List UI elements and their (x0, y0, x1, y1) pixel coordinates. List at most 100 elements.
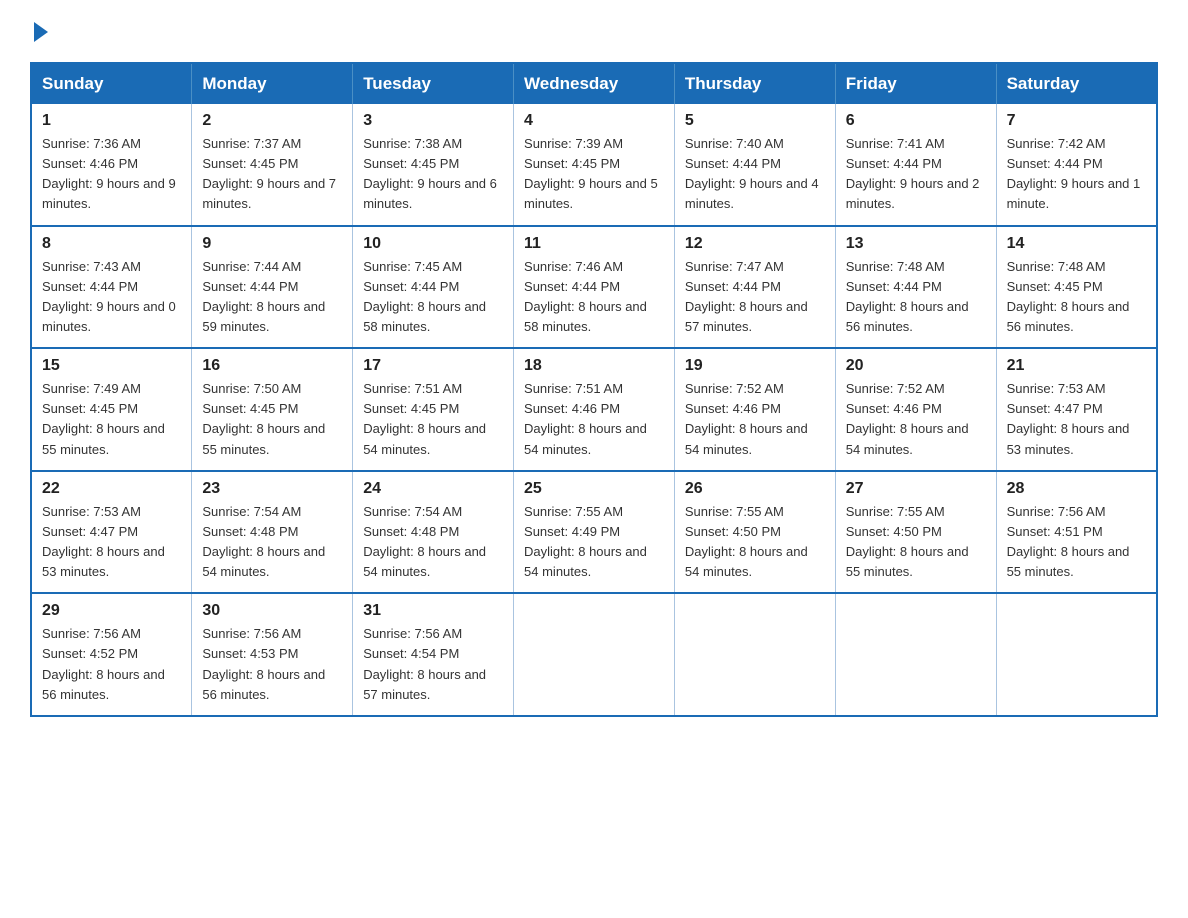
day-number: 17 (363, 357, 503, 375)
day-info: Sunrise: 7:55 AMSunset: 4:49 PMDaylight:… (524, 504, 647, 579)
weekday-header-monday: Monday (192, 63, 353, 104)
day-info: Sunrise: 7:42 AMSunset: 4:44 PMDaylight:… (1007, 136, 1141, 211)
day-number: 11 (524, 235, 664, 253)
day-info: Sunrise: 7:37 AMSunset: 4:45 PMDaylight:… (202, 136, 336, 211)
day-info: Sunrise: 7:51 AMSunset: 4:45 PMDaylight:… (363, 381, 486, 456)
calendar-cell: 6 Sunrise: 7:41 AMSunset: 4:44 PMDayligh… (835, 104, 996, 226)
calendar-week-row: 15 Sunrise: 7:49 AMSunset: 4:45 PMDaylig… (31, 348, 1157, 471)
day-number: 29 (42, 602, 181, 620)
day-info: Sunrise: 7:55 AMSunset: 4:50 PMDaylight:… (846, 504, 969, 579)
day-number: 1 (42, 112, 181, 130)
day-info: Sunrise: 7:36 AMSunset: 4:46 PMDaylight:… (42, 136, 176, 211)
calendar-cell: 12 Sunrise: 7:47 AMSunset: 4:44 PMDaylig… (674, 226, 835, 349)
logo-arrow-icon (34, 22, 48, 42)
day-info: Sunrise: 7:53 AMSunset: 4:47 PMDaylight:… (42, 504, 165, 579)
page-header (30, 20, 1158, 42)
day-info: Sunrise: 7:51 AMSunset: 4:46 PMDaylight:… (524, 381, 647, 456)
calendar-cell: 18 Sunrise: 7:51 AMSunset: 4:46 PMDaylig… (514, 348, 675, 471)
day-info: Sunrise: 7:52 AMSunset: 4:46 PMDaylight:… (846, 381, 969, 456)
calendar-cell: 15 Sunrise: 7:49 AMSunset: 4:45 PMDaylig… (31, 348, 192, 471)
day-info: Sunrise: 7:56 AMSunset: 4:52 PMDaylight:… (42, 626, 165, 701)
calendar-header-row: SundayMondayTuesdayWednesdayThursdayFrid… (31, 63, 1157, 104)
day-number: 28 (1007, 480, 1146, 498)
day-number: 25 (524, 480, 664, 498)
calendar-week-row: 29 Sunrise: 7:56 AMSunset: 4:52 PMDaylig… (31, 593, 1157, 716)
day-number: 21 (1007, 357, 1146, 375)
day-number: 9 (202, 235, 342, 253)
calendar-cell: 3 Sunrise: 7:38 AMSunset: 4:45 PMDayligh… (353, 104, 514, 226)
day-info: Sunrise: 7:49 AMSunset: 4:45 PMDaylight:… (42, 381, 165, 456)
day-info: Sunrise: 7:54 AMSunset: 4:48 PMDaylight:… (363, 504, 486, 579)
calendar-cell: 8 Sunrise: 7:43 AMSunset: 4:44 PMDayligh… (31, 226, 192, 349)
weekday-header-thursday: Thursday (674, 63, 835, 104)
day-number: 24 (363, 480, 503, 498)
calendar-cell: 9 Sunrise: 7:44 AMSunset: 4:44 PMDayligh… (192, 226, 353, 349)
day-info: Sunrise: 7:48 AMSunset: 4:45 PMDaylight:… (1007, 259, 1130, 334)
day-info: Sunrise: 7:55 AMSunset: 4:50 PMDaylight:… (685, 504, 808, 579)
day-number: 6 (846, 112, 986, 130)
day-number: 4 (524, 112, 664, 130)
day-info: Sunrise: 7:40 AMSunset: 4:44 PMDaylight:… (685, 136, 819, 211)
calendar-cell: 17 Sunrise: 7:51 AMSunset: 4:45 PMDaylig… (353, 348, 514, 471)
calendar-cell (674, 593, 835, 716)
calendar-cell: 13 Sunrise: 7:48 AMSunset: 4:44 PMDaylig… (835, 226, 996, 349)
day-number: 22 (42, 480, 181, 498)
day-number: 5 (685, 112, 825, 130)
day-info: Sunrise: 7:43 AMSunset: 4:44 PMDaylight:… (42, 259, 176, 334)
day-number: 27 (846, 480, 986, 498)
weekday-header-saturday: Saturday (996, 63, 1157, 104)
calendar-cell: 24 Sunrise: 7:54 AMSunset: 4:48 PMDaylig… (353, 471, 514, 594)
day-number: 16 (202, 357, 342, 375)
day-info: Sunrise: 7:44 AMSunset: 4:44 PMDaylight:… (202, 259, 325, 334)
day-info: Sunrise: 7:48 AMSunset: 4:44 PMDaylight:… (846, 259, 969, 334)
calendar-cell: 16 Sunrise: 7:50 AMSunset: 4:45 PMDaylig… (192, 348, 353, 471)
weekday-header-tuesday: Tuesday (353, 63, 514, 104)
calendar-cell: 4 Sunrise: 7:39 AMSunset: 4:45 PMDayligh… (514, 104, 675, 226)
day-number: 2 (202, 112, 342, 130)
calendar-cell: 5 Sunrise: 7:40 AMSunset: 4:44 PMDayligh… (674, 104, 835, 226)
calendar-cell: 30 Sunrise: 7:56 AMSunset: 4:53 PMDaylig… (192, 593, 353, 716)
day-number: 26 (685, 480, 825, 498)
day-number: 13 (846, 235, 986, 253)
day-info: Sunrise: 7:54 AMSunset: 4:48 PMDaylight:… (202, 504, 325, 579)
weekday-header-wednesday: Wednesday (514, 63, 675, 104)
calendar-cell: 21 Sunrise: 7:53 AMSunset: 4:47 PMDaylig… (996, 348, 1157, 471)
day-info: Sunrise: 7:45 AMSunset: 4:44 PMDaylight:… (363, 259, 486, 334)
day-number: 18 (524, 357, 664, 375)
logo (30, 20, 48, 42)
day-number: 14 (1007, 235, 1146, 253)
weekday-header-friday: Friday (835, 63, 996, 104)
day-info: Sunrise: 7:39 AMSunset: 4:45 PMDaylight:… (524, 136, 658, 211)
calendar-cell: 26 Sunrise: 7:55 AMSunset: 4:50 PMDaylig… (674, 471, 835, 594)
calendar-cell: 11 Sunrise: 7:46 AMSunset: 4:44 PMDaylig… (514, 226, 675, 349)
day-number: 31 (363, 602, 503, 620)
calendar-cell: 27 Sunrise: 7:55 AMSunset: 4:50 PMDaylig… (835, 471, 996, 594)
day-number: 23 (202, 480, 342, 498)
calendar-cell: 20 Sunrise: 7:52 AMSunset: 4:46 PMDaylig… (835, 348, 996, 471)
day-info: Sunrise: 7:46 AMSunset: 4:44 PMDaylight:… (524, 259, 647, 334)
day-number: 8 (42, 235, 181, 253)
day-number: 20 (846, 357, 986, 375)
day-number: 12 (685, 235, 825, 253)
day-info: Sunrise: 7:53 AMSunset: 4:47 PMDaylight:… (1007, 381, 1130, 456)
day-number: 10 (363, 235, 503, 253)
calendar-cell: 7 Sunrise: 7:42 AMSunset: 4:44 PMDayligh… (996, 104, 1157, 226)
calendar-cell: 2 Sunrise: 7:37 AMSunset: 4:45 PMDayligh… (192, 104, 353, 226)
day-info: Sunrise: 7:50 AMSunset: 4:45 PMDaylight:… (202, 381, 325, 456)
day-number: 19 (685, 357, 825, 375)
day-number: 3 (363, 112, 503, 130)
day-number: 15 (42, 357, 181, 375)
calendar-cell (835, 593, 996, 716)
day-info: Sunrise: 7:38 AMSunset: 4:45 PMDaylight:… (363, 136, 497, 211)
day-info: Sunrise: 7:47 AMSunset: 4:44 PMDaylight:… (685, 259, 808, 334)
day-number: 7 (1007, 112, 1146, 130)
calendar-cell (996, 593, 1157, 716)
calendar-cell: 14 Sunrise: 7:48 AMSunset: 4:45 PMDaylig… (996, 226, 1157, 349)
calendar-cell (514, 593, 675, 716)
calendar-cell: 22 Sunrise: 7:53 AMSunset: 4:47 PMDaylig… (31, 471, 192, 594)
calendar-week-row: 8 Sunrise: 7:43 AMSunset: 4:44 PMDayligh… (31, 226, 1157, 349)
calendar-cell: 19 Sunrise: 7:52 AMSunset: 4:46 PMDaylig… (674, 348, 835, 471)
calendar-table: SundayMondayTuesdayWednesdayThursdayFrid… (30, 62, 1158, 717)
day-info: Sunrise: 7:56 AMSunset: 4:54 PMDaylight:… (363, 626, 486, 701)
day-info: Sunrise: 7:41 AMSunset: 4:44 PMDaylight:… (846, 136, 980, 211)
